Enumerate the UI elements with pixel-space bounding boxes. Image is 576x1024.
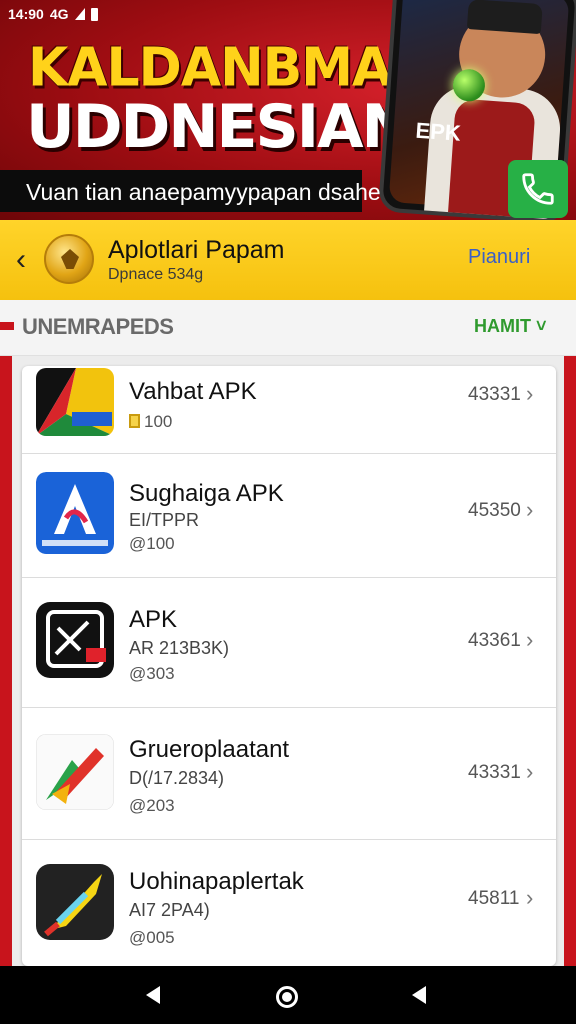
banner-title-line2: UDDNESIAN (26, 92, 412, 162)
app-title: Aplotlari Papam (108, 236, 285, 264)
chevron-right-icon: › (526, 627, 534, 652)
chevron-right-icon: › (526, 381, 534, 406)
chevron-right-icon: › (526, 497, 534, 522)
banner-title-line1: KALDANBMAN (28, 37, 435, 99)
download-count: 43361 (468, 630, 521, 651)
download-count: 45811 (468, 888, 520, 909)
sughaiga-app-icon (36, 472, 114, 554)
section-title: UNEMRAPEDS (22, 314, 174, 339)
section-action-label: HAMIT (474, 316, 531, 336)
person-cap (466, 0, 543, 35)
section-action-link[interactable]: HAMIT ˅ (474, 316, 547, 337)
chevron-down-icon: ˅ (531, 316, 547, 336)
banner-tagline: Vuan tian anaepamyypapan dsaheen. (26, 179, 413, 205)
app-name: APK (129, 606, 178, 633)
apk-app-icon (36, 602, 114, 678)
network-label: 4G (49, 6, 69, 22)
app-size: @303 (129, 664, 175, 683)
list-item[interactable]: Sughaiga APK EI/TPPR @100 45350 › (22, 454, 556, 578)
app-name: Uohinapaplertak (129, 868, 304, 895)
status-time: 14:90 (8, 6, 44, 22)
back-arrow-icon[interactable]: ‹ (16, 244, 42, 276)
list-item[interactable]: Vahbat APK 100 43331 › (22, 366, 556, 454)
app-meta: AI7 2PA4) (129, 900, 210, 920)
nav-home-icon[interactable] (276, 986, 298, 1008)
app-price-value: 100 (144, 412, 173, 431)
vahbat-app-icon (36, 368, 114, 436)
phone-call-icon (522, 173, 554, 205)
nav-back-icon[interactable] (146, 986, 160, 1004)
coin-icon (129, 414, 140, 428)
battery-icon (90, 7, 98, 21)
app-size: @203 (129, 796, 175, 815)
download-count: 43331 (468, 762, 521, 783)
list-item[interactable]: Grueroplaatant D(/17.2834) @203 43331 › (22, 708, 556, 840)
signal-icon (74, 8, 85, 20)
app-subtitle: Dpnace 534g (108, 266, 204, 283)
list-item[interactable]: Uohinapaplertak AI7 2PA4) @005 45811 › (22, 840, 556, 966)
uohinapaplertak-app-icon (36, 864, 114, 940)
call-button[interactable] (508, 160, 568, 218)
chevron-right-icon: › (526, 759, 534, 784)
app-meta: EI/TPPR (129, 510, 200, 530)
status-bar: 14:90 4G (8, 4, 98, 24)
app-logo (44, 234, 94, 284)
app-meta: AR 213B3K) (129, 638, 230, 658)
app-name: Vahbat APK (129, 378, 257, 405)
promo-banner[interactable]: 14:90 4G KALDANBMAN UDDNESIAN Vuan tian … (0, 0, 576, 220)
app-size: @100 (129, 534, 175, 553)
app-name: Sughaiga APK (129, 480, 284, 507)
app-list: Vahbat APK 100 43331 › Sughaiga APK EI/T… (22, 366, 556, 966)
nav-recents-icon[interactable] (412, 986, 426, 1004)
app-size: @005 (129, 928, 175, 947)
grueroplaatant-app-icon (36, 734, 114, 810)
app-meta: D(/17.2834) (129, 768, 225, 788)
phone-label: EPK (414, 117, 462, 146)
chevron-right-icon: › (526, 885, 534, 910)
download-count: 43331 (468, 384, 521, 405)
list-item[interactable]: APK AR 213B3K) @303 43361 › (22, 578, 556, 708)
app-name: Grueroplaatant (129, 736, 290, 763)
download-count: 45350 (468, 500, 521, 521)
header-action-link[interactable]: Pianuri (468, 246, 530, 269)
app-price: 100 (129, 412, 172, 432)
